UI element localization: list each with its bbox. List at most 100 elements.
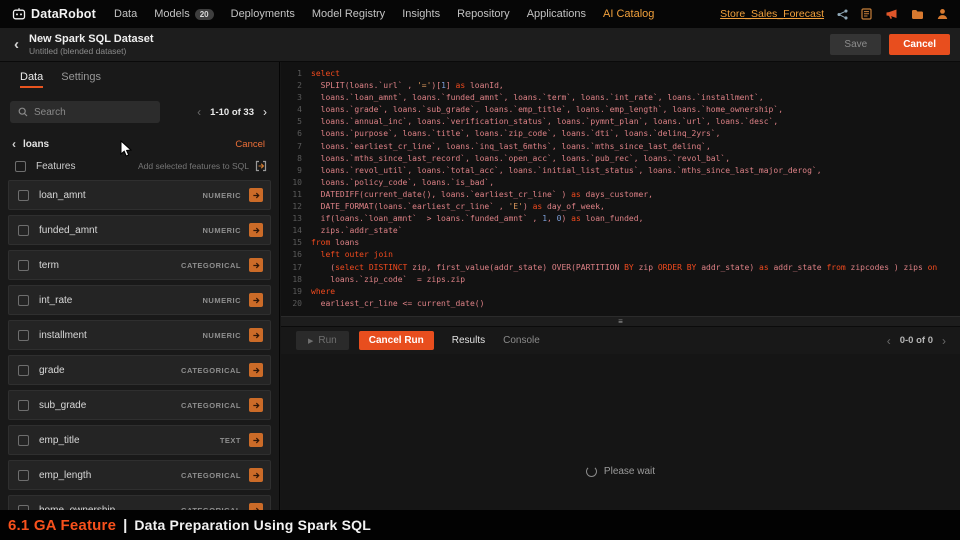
banner-feature-label: 6.1 GA Feature bbox=[8, 516, 117, 534]
feature-name: emp_title bbox=[39, 434, 80, 446]
insert-feature-icon[interactable] bbox=[249, 293, 263, 307]
editor-code[interactable]: select SPLIT(loans.`url` , '=')[1] as lo… bbox=[311, 68, 937, 316]
bottom-banner: 6.1 GA Feature | Data Preparation Using … bbox=[0, 510, 960, 540]
search-box[interactable] bbox=[10, 101, 160, 123]
feature-row[interactable]: home_ownership CATEGORICAL bbox=[8, 495, 271, 510]
code-line[interactable]: loans.`loan_amnt`, loans.`funded_amnt`, … bbox=[311, 92, 937, 104]
code-line[interactable]: loans.`earliest_cr_line`, loans.`inq_las… bbox=[311, 141, 937, 153]
prev-page-arrow[interactable]: ‹ bbox=[197, 106, 201, 118]
nav-item-deployments[interactable]: Deployments bbox=[231, 8, 295, 20]
code-line[interactable]: loans.`grade`, loans.`sub_grade`, loans.… bbox=[311, 104, 937, 116]
search-row: ‹ 1-10 of 33 › bbox=[0, 94, 279, 129]
page-title: New Spark SQL Dataset bbox=[29, 33, 154, 45]
insert-feature-icon[interactable] bbox=[249, 188, 263, 202]
play-icon: ▶ bbox=[308, 337, 314, 345]
code-line[interactable]: DATEDIFF(current_date(), loans.`earliest… bbox=[311, 189, 937, 201]
cancel-selection-link[interactable]: Cancel bbox=[235, 139, 265, 150]
back-arrow-icon[interactable]: ‹ bbox=[14, 36, 19, 53]
feature-type-label: CATEGORICAL bbox=[181, 400, 241, 410]
nav-item-ai-catalog[interactable]: AI Catalog bbox=[603, 8, 654, 20]
feature-row[interactable]: emp_title TEXT bbox=[8, 425, 271, 455]
save-button[interactable]: Save bbox=[830, 34, 882, 55]
code-line[interactable]: if(loans.`loan_amnt` > loans.`funded_amn… bbox=[311, 213, 937, 225]
user-icon[interactable] bbox=[937, 8, 948, 20]
feature-checkbox[interactable] bbox=[18, 469, 29, 481]
panel-divider[interactable]: ≡ bbox=[281, 316, 960, 327]
tab-console[interactable]: Console bbox=[503, 335, 540, 346]
feature-checkbox[interactable] bbox=[18, 224, 29, 236]
code-line[interactable]: loans.`mths_since_last_record`, loans.`o… bbox=[311, 153, 937, 165]
megaphone-icon[interactable] bbox=[885, 8, 898, 20]
feature-checkbox[interactable] bbox=[18, 364, 29, 376]
insert-feature-icon[interactable] bbox=[249, 398, 263, 412]
feature-checkbox[interactable] bbox=[18, 399, 29, 411]
sql-editor[interactable]: 1 2 3 4 5 6 7 8 9 10 11 12 13 14 15 16 17 18 19 20 select S… bbox=[281, 62, 960, 316]
code-line[interactable]: loans.`purpose`, loans.`title`, loans.`z… bbox=[311, 128, 937, 140]
code-line[interactable]: SPLIT(loans.`url` , '=')[1] as loanId, bbox=[311, 80, 937, 92]
select-all-checkbox[interactable] bbox=[15, 160, 26, 172]
tab-results[interactable]: Results bbox=[452, 335, 485, 346]
code-line[interactable]: loans.`zip_code` = zips.zip bbox=[311, 274, 937, 286]
feature-name: loan_amnt bbox=[39, 189, 86, 201]
next-page-arrow[interactable]: › bbox=[263, 106, 267, 118]
feature-checkbox[interactable] bbox=[18, 294, 29, 306]
tab-data[interactable]: Data bbox=[20, 71, 44, 88]
insert-feature-icon[interactable] bbox=[249, 433, 263, 447]
feature-checkbox[interactable] bbox=[18, 434, 29, 446]
code-line[interactable]: (select DISTINCT zip, first_value(addr_s… bbox=[311, 262, 937, 274]
feature-checkbox[interactable] bbox=[18, 189, 29, 201]
nav-item-data[interactable]: Data bbox=[114, 8, 137, 20]
run-button[interactable]: ▶ Run bbox=[296, 331, 349, 350]
title-block: New Spark SQL Dataset Untitled (blended … bbox=[29, 33, 154, 56]
nav-item-models[interactable]: Models 20 bbox=[154, 8, 214, 20]
nav-item-repository[interactable]: Repository bbox=[457, 8, 510, 20]
feature-checkbox[interactable] bbox=[18, 329, 29, 341]
insert-feature-icon[interactable] bbox=[249, 503, 263, 510]
cancel-run-button[interactable]: Cancel Run bbox=[358, 331, 434, 350]
share-icon[interactable] bbox=[837, 8, 848, 20]
search-input[interactable] bbox=[34, 106, 152, 118]
tab-settings[interactable]: Settings bbox=[61, 71, 101, 88]
insert-feature-icon[interactable] bbox=[249, 363, 263, 377]
feature-row[interactable]: loan_amnt NUMERIC bbox=[8, 180, 271, 210]
feature-row[interactable]: int_rate NUMERIC bbox=[8, 285, 271, 315]
feature-row[interactable]: funded_amnt NUMERIC bbox=[8, 215, 271, 245]
nav-item-model-registry[interactable]: Model Registry bbox=[312, 8, 385, 20]
feature-name: sub_grade bbox=[39, 399, 87, 411]
results-next-arrow[interactable]: › bbox=[942, 335, 946, 347]
feature-row[interactable]: emp_length CATEGORICAL bbox=[8, 460, 271, 490]
code-line[interactable]: from loans bbox=[311, 237, 937, 249]
datarobot-logo[interactable]: DataRobot bbox=[12, 7, 96, 21]
code-line[interactable]: earliest_cr_line <= current_date() bbox=[311, 298, 937, 310]
insert-feature-icon[interactable] bbox=[249, 223, 263, 237]
code-line[interactable]: zips.`addr_state` bbox=[311, 225, 937, 237]
feature-row[interactable]: installment NUMERIC bbox=[8, 320, 271, 350]
project-link[interactable]: Store_Sales_Forecast bbox=[720, 8, 824, 20]
results-prev-arrow[interactable]: ‹ bbox=[887, 335, 891, 347]
top-navigation: DataRobot Data Models 20 Deployments Model R… bbox=[0, 0, 960, 28]
code-line[interactable]: DATE_FORMAT(loans.`earliest_cr_line` , '… bbox=[311, 201, 937, 213]
insert-feature-icon[interactable] bbox=[249, 468, 263, 482]
datarobot-logo-icon bbox=[12, 8, 26, 20]
code-line[interactable]: loans.`policy_code`, loans.`is_bad`, bbox=[311, 177, 937, 189]
nav-item-insights[interactable]: Insights bbox=[402, 8, 440, 20]
feature-row[interactable]: term CATEGORICAL bbox=[8, 250, 271, 280]
code-line[interactable]: where bbox=[311, 286, 937, 298]
docs-icon[interactable] bbox=[861, 8, 872, 20]
folder-icon[interactable] bbox=[911, 9, 924, 20]
code-line[interactable]: select bbox=[311, 68, 937, 80]
insert-feature-icon[interactable] bbox=[249, 258, 263, 272]
insert-feature-icon[interactable] bbox=[249, 328, 263, 342]
nav-item-applications[interactable]: Applications bbox=[527, 8, 586, 20]
code-line[interactable]: loans.`annual_inc`, loans.`verification_… bbox=[311, 116, 937, 128]
divider-drag-handle-icon[interactable]: ≡ bbox=[618, 317, 623, 326]
code-line[interactable]: left outer join bbox=[311, 249, 937, 261]
cancel-button[interactable]: Cancel bbox=[889, 34, 950, 55]
feature-row[interactable]: grade CATEGORICAL bbox=[8, 355, 271, 385]
add-selected-to-sql-icon[interactable] bbox=[255, 160, 267, 172]
code-line[interactable]: loans.`revol_util`, loans.`total_acc`, l… bbox=[311, 165, 937, 177]
feature-checkbox[interactable] bbox=[18, 259, 29, 271]
feature-row[interactable]: sub_grade CATEGORICAL bbox=[8, 390, 271, 420]
insert-arrow-glyph bbox=[252, 437, 260, 443]
collapse-table-chevron[interactable]: ‹ bbox=[12, 137, 16, 151]
